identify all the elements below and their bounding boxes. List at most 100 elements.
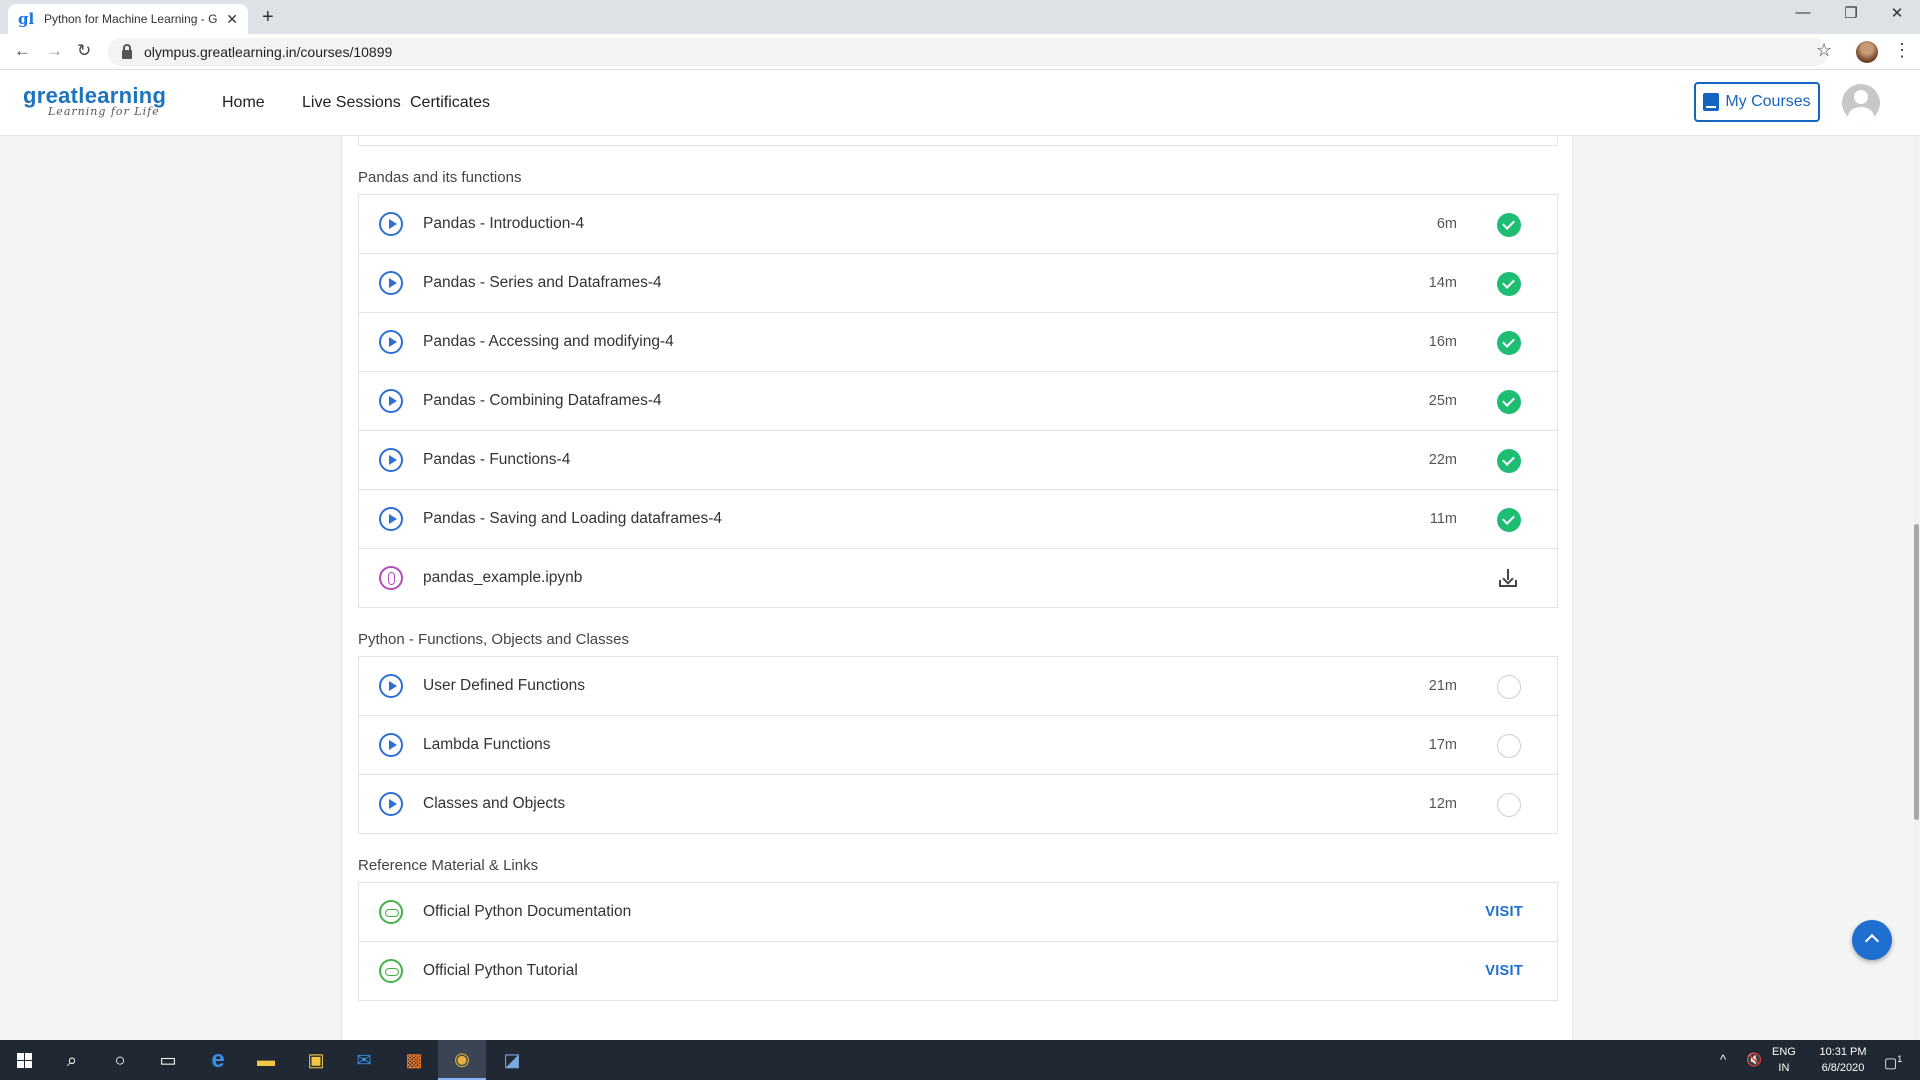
scroll-to-top-button[interactable]	[1852, 920, 1892, 960]
play-icon[interactable]	[379, 674, 403, 698]
section-title: Pandas and its functions	[358, 169, 522, 186]
windows-logo-icon	[16, 1052, 32, 1068]
task-view-icon[interactable]: ▭	[144, 1040, 192, 1080]
user-avatar[interactable]	[1842, 84, 1880, 122]
nav-certificates[interactable]: Certificates	[410, 94, 490, 112]
notification-count: 1	[1897, 1054, 1903, 1064]
link-icon	[379, 959, 403, 983]
play-icon[interactable]	[379, 389, 403, 413]
module-list: User Defined Functions 21m Lambda Functi…	[358, 656, 1558, 834]
lesson-row[interactable]: Classes and Objects 12m	[359, 775, 1557, 834]
clock[interactable]: 10:31 PM 6/8/2020	[1808, 1044, 1878, 1076]
lesson-title[interactable]: Pandas - Functions-4	[423, 451, 570, 469]
play-icon[interactable]	[379, 507, 403, 531]
attachment-icon	[379, 566, 403, 590]
lock-icon	[122, 43, 132, 59]
book-icon	[1703, 93, 1720, 111]
clock-time: 10:31 PM	[1819, 1046, 1867, 1058]
forward-arrow-icon[interactable]: →	[46, 41, 63, 61]
reference-row[interactable]: Official Python Documentation VISIT	[359, 883, 1557, 942]
start-button[interactable]	[0, 1040, 48, 1080]
cortana-icon[interactable]: ○	[96, 1040, 144, 1080]
not-started-circle-icon	[1497, 734, 1521, 758]
lesson-row[interactable]: Pandas - Introduction-4 6m	[359, 195, 1557, 254]
app-icon[interactable]: ◪	[488, 1040, 536, 1080]
completed-check-icon	[1497, 213, 1521, 237]
not-started-circle-icon	[1497, 675, 1521, 699]
play-icon[interactable]	[379, 792, 403, 816]
completed-check-icon	[1497, 508, 1521, 532]
greatlearning-favicon-icon: gl	[18, 10, 35, 28]
lesson-duration: 6m	[1436, 216, 1457, 232]
file-name[interactable]: pandas_example.ipynb	[423, 569, 582, 587]
play-icon[interactable]	[379, 733, 403, 757]
lesson-row[interactable]: Pandas - Functions-4 22m	[359, 431, 1557, 490]
chrome-icon[interactable]: ◉	[438, 1040, 486, 1080]
my-courses-label: My Courses	[1725, 93, 1811, 110]
play-icon[interactable]	[379, 448, 403, 472]
maximize-button[interactable]: ❐	[1828, 4, 1874, 22]
lesson-row[interactable]: User Defined Functions 21m	[359, 657, 1557, 716]
download-icon[interactable]	[1499, 569, 1517, 587]
lesson-duration: 17m	[1428, 737, 1457, 753]
greatlearning-logo[interactable]: greatlearning Learning for Life	[23, 83, 166, 118]
lesson-title[interactable]: Pandas - Series and Dataframes-4	[423, 274, 662, 292]
file-explorer-icon[interactable]: ▬	[242, 1040, 290, 1080]
lesson-title[interactable]: Pandas - Accessing and modifying-4	[423, 333, 674, 351]
lesson-duration: 22m	[1428, 452, 1457, 468]
region-code: IN	[1778, 1062, 1790, 1074]
page-scrollbar-thumb[interactable]	[1914, 524, 1919, 820]
bookmark-star-icon[interactable]: ☆	[1816, 40, 1832, 61]
lesson-title[interactable]: Classes and Objects	[423, 795, 565, 813]
browser-tab[interactable]: gl Python for Machine Learning - G ✕	[8, 4, 248, 34]
nav-home[interactable]: Home	[222, 94, 265, 112]
lesson-duration: 25m	[1428, 393, 1457, 409]
play-icon[interactable]	[379, 271, 403, 295]
nav-live-sessions[interactable]: Live Sessions	[302, 94, 401, 112]
mail-icon[interactable]: ✉	[340, 1040, 388, 1080]
lesson-duration: 11m	[1429, 511, 1457, 527]
link-icon	[379, 900, 403, 924]
previous-module-end	[358, 136, 1558, 146]
minimize-button[interactable]: —	[1780, 4, 1826, 21]
address-bar[interactable]: olympus.greatlearning.in/courses/10899	[108, 38, 1828, 66]
lesson-row[interactable]: Pandas - Series and Dataframes-4 14m	[359, 254, 1557, 313]
completed-check-icon	[1497, 272, 1521, 296]
lesson-row[interactable]: Pandas - Combining Dataframes-4 25m	[359, 372, 1557, 431]
lesson-title[interactable]: Pandas - Saving and Loading dataframes-4	[423, 510, 722, 528]
reference-title: Official Python Documentation	[423, 903, 632, 920]
volume-muted-icon[interactable]: 🔇	[1746, 1052, 1762, 1068]
url-text: olympus.greatlearning.in/courses/10899	[144, 44, 393, 60]
clock-date: 6/8/2020	[1821, 1062, 1865, 1074]
lesson-row[interactable]: Lambda Functions 17m	[359, 716, 1557, 775]
edge-browser-icon[interactable]: e	[194, 1040, 242, 1080]
new-tab-button[interactable]: +	[262, 6, 274, 29]
xampp-icon[interactable]: ▩	[390, 1040, 438, 1080]
back-arrow-icon[interactable]: ←	[14, 41, 31, 61]
lesson-title[interactable]: Pandas - Introduction-4	[423, 215, 584, 233]
lesson-title[interactable]: Lambda Functions	[423, 736, 551, 754]
reference-row[interactable]: Official Python Tutorial VISIT	[359, 942, 1557, 1001]
visit-link[interactable]: VISIT	[1485, 963, 1523, 979]
store-icon[interactable]: ▣	[292, 1040, 340, 1080]
notification-center-icon[interactable]: ▢1	[1884, 1051, 1902, 1071]
visit-link[interactable]: VISIT	[1485, 904, 1523, 920]
lesson-title[interactable]: User Defined Functions	[423, 677, 585, 695]
language-indicator[interactable]: ENG IN	[1772, 1044, 1796, 1076]
close-window-button[interactable]: ✕	[1874, 4, 1920, 22]
lesson-title[interactable]: Pandas - Combining Dataframes-4	[423, 392, 662, 410]
play-icon[interactable]	[379, 330, 403, 354]
lesson-row[interactable]: Pandas - Accessing and modifying-4 16m	[359, 313, 1557, 372]
reload-icon[interactable]: ↻	[77, 41, 91, 61]
tab-close-icon[interactable]: ✕	[226, 11, 238, 28]
language-code: ENG	[1772, 1046, 1796, 1058]
tray-expand-icon[interactable]: ^	[1720, 1052, 1726, 1068]
browser-menu-icon[interactable]: ⋮	[1893, 40, 1911, 61]
browser-profile-avatar[interactable]	[1856, 41, 1878, 63]
lesson-duration: 14m	[1428, 275, 1457, 291]
my-courses-button[interactable]: My Courses	[1694, 82, 1820, 122]
file-row[interactable]: pandas_example.ipynb	[359, 549, 1557, 608]
lesson-row[interactable]: Pandas - Saving and Loading dataframes-4…	[359, 490, 1557, 549]
search-icon[interactable]: ⌕	[48, 1040, 96, 1080]
play-icon[interactable]	[379, 212, 403, 236]
